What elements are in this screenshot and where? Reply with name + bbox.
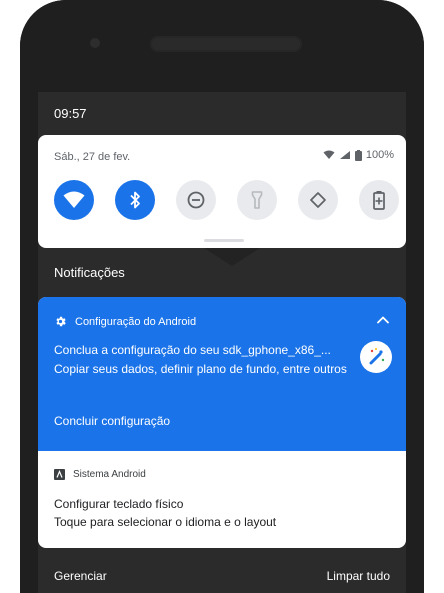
quick-settings-panel[interactable]: Sáb., 27 de fev. 100% <box>38 135 406 248</box>
clear-all-button[interactable]: Limpar tudo <box>327 569 390 583</box>
setup-wizard-icon <box>360 341 392 373</box>
setup-app-header: Configuração do Android <box>54 315 196 328</box>
wifi-icon <box>63 191 85 208</box>
phone-frame: 09:57 Sáb., 27 de fev. 100% Notificações… <box>20 0 424 593</box>
flashlight-tile[interactable] <box>237 180 277 220</box>
notifications-heading: Notificações <box>54 265 125 280</box>
keyboard-notification-text[interactable]: Toque para selecionar o idioma e o layou… <box>54 515 276 529</box>
wifi-tile[interactable] <box>54 180 94 220</box>
front-camera <box>90 38 100 48</box>
magic-wand-icon <box>369 348 385 365</box>
battery-icon <box>354 149 362 161</box>
system-app-header: Sistema Android <box>54 469 146 480</box>
panel-pointer <box>204 248 260 266</box>
notification-shade[interactable]: 09:57 Sáb., 27 de fev. 100% Notificações… <box>38 92 406 593</box>
status-time: 09:57 <box>54 106 87 121</box>
gear-icon <box>56 316 66 327</box>
bluetooth-icon <box>130 191 140 209</box>
setup-notification[interactable]: Configuração do Android Conclua a config… <box>38 297 406 451</box>
flashlight-icon <box>251 191 263 209</box>
rotate-tile[interactable] <box>298 180 338 220</box>
bluetooth-tile[interactable] <box>115 180 155 220</box>
keyboard-notification-title[interactable]: Configurar teclado físico <box>54 497 183 511</box>
battery-percent: 100% <box>365 149 394 161</box>
setup-title: Conclua a configuração do seu sdk_gphone… <box>54 343 331 357</box>
cell-signal-icon <box>339 151 350 159</box>
system-app-name: Sistema Android <box>73 469 146 480</box>
manage-button[interactable]: Gerenciar <box>54 569 107 583</box>
notification-card: Configuração do Android Conclua a config… <box>38 297 406 548</box>
phone-bezel <box>20 0 424 92</box>
dnd-tile[interactable] <box>176 180 216 220</box>
android-system-icon <box>54 469 65 480</box>
chevron-up-icon[interactable] <box>376 313 390 327</box>
notifications-footer: Gerenciar Limpar tudo <box>38 548 406 593</box>
rotate-icon <box>310 192 326 208</box>
dnd-icon <box>187 191 205 209</box>
setup-app-name: Configuração do Android <box>75 315 197 328</box>
quick-settings-handle[interactable] <box>204 239 244 242</box>
battery-saver-tile[interactable] <box>359 180 399 220</box>
quick-settings-status: 100% <box>323 149 394 161</box>
quick-settings-date[interactable]: Sáb., 27 de fev. <box>54 151 130 163</box>
setup-text: Copiar seus dados, definir plano de fund… <box>54 362 347 376</box>
earpiece-speaker <box>150 36 302 52</box>
wifi-signal-icon <box>323 150 335 159</box>
battery-saver-icon <box>373 191 385 210</box>
complete-setup-button[interactable]: Concluir configuração <box>54 414 170 428</box>
